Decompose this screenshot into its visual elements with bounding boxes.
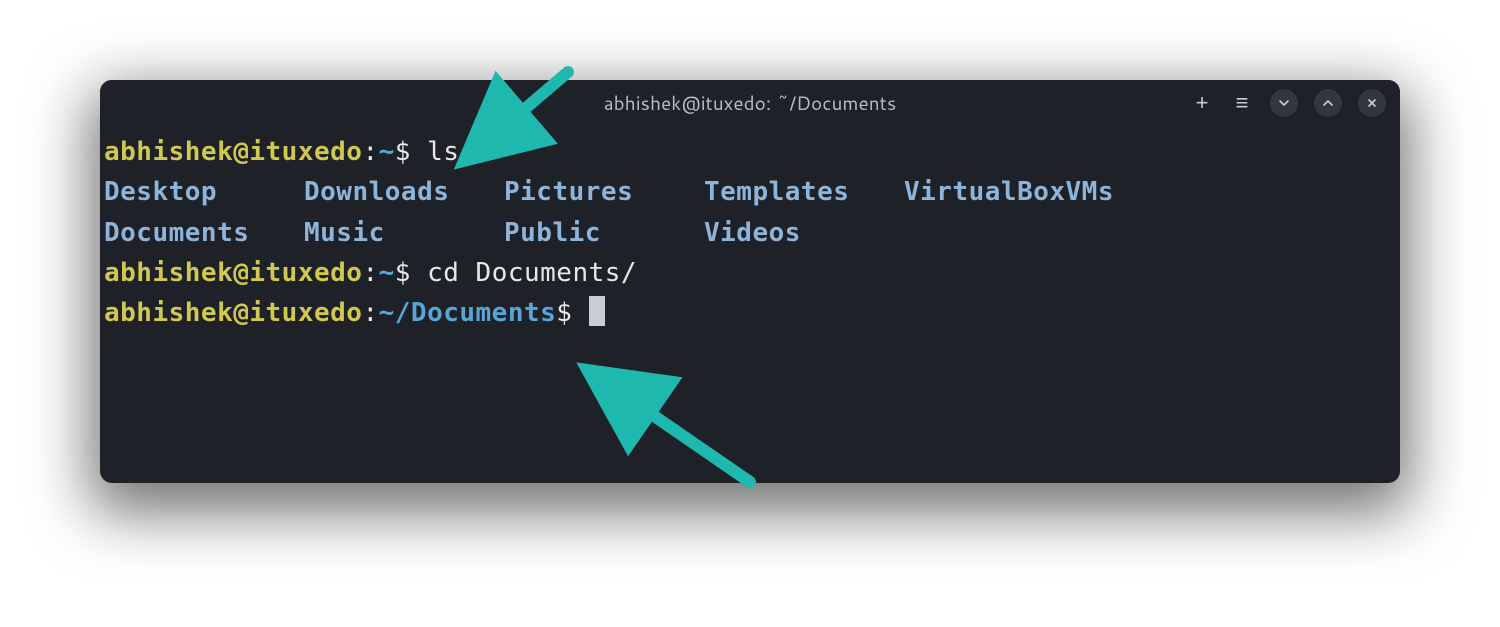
prompt-colon: : [362, 298, 378, 328]
terminal-window: abhishek@ituxedo: ~/Documents + ≡ abhish… [100, 80, 1400, 483]
chevron-down-icon [1278, 97, 1290, 109]
prompt-line-2: abhishek@ituxedo:~$ cd Documents/ [100, 253, 1400, 293]
prompt-path: ~ [379, 258, 395, 288]
prompt-colon: : [362, 258, 378, 288]
close-icon [1366, 97, 1378, 109]
directory-entry: Desktop [104, 172, 304, 212]
directory-entry: Downloads [304, 172, 504, 212]
ls-row: DesktopDownloadsPicturesTemplatesVirtual… [104, 172, 1388, 212]
directory-entry: Public [504, 213, 704, 253]
directory-entry: Documents [104, 213, 304, 253]
user-host: abhishek@ituxedo [104, 137, 362, 167]
prompt-line-3: abhishek@ituxedo:~/Documents$ [100, 293, 1400, 333]
prompt-line-1: abhishek@ituxedo:~$ ls [100, 132, 1400, 172]
close-button[interactable] [1358, 89, 1386, 117]
directory-entry: Pictures [504, 172, 704, 212]
chevron-up-icon [1322, 97, 1334, 109]
menu-button[interactable]: ≡ [1230, 91, 1254, 115]
prompt-path: ~ [379, 137, 395, 167]
directory-entry: Music [304, 213, 504, 253]
minimize-button[interactable] [1270, 89, 1298, 117]
cursor [589, 296, 605, 326]
user-host: abhishek@ituxedo [104, 298, 362, 328]
prompt-symbol: $ [395, 258, 427, 288]
directory-entry: Templates [704, 172, 904, 212]
terminal-body[interactable]: abhishek@ituxedo:~$ ls DesktopDownloadsP… [100, 126, 1400, 483]
window-title: abhishek@ituxedo: ~/Documents [604, 90, 897, 117]
titlebar: abhishek@ituxedo: ~/Documents + ≡ [100, 80, 1400, 126]
ls-row: DocumentsMusicPublicVideos [104, 213, 1388, 253]
titlebar-controls: + ≡ [1190, 89, 1386, 117]
directory-entry [904, 213, 1184, 253]
prompt-colon: : [362, 137, 378, 167]
directory-entry: Videos [704, 213, 904, 253]
directory-entry: VirtualBoxVMs [904, 172, 1184, 212]
command-text: ls [427, 137, 459, 167]
prompt-path: ~/Documents [379, 298, 557, 328]
command-text: cd Documents/ [427, 258, 637, 288]
ls-output: DesktopDownloadsPicturesTemplatesVirtual… [100, 172, 1400, 253]
maximize-button[interactable] [1314, 89, 1342, 117]
user-host: abhishek@ituxedo [104, 258, 362, 288]
prompt-symbol: $ [395, 137, 427, 167]
new-tab-button[interactable]: + [1190, 91, 1214, 115]
prompt-symbol: $ [556, 298, 588, 328]
